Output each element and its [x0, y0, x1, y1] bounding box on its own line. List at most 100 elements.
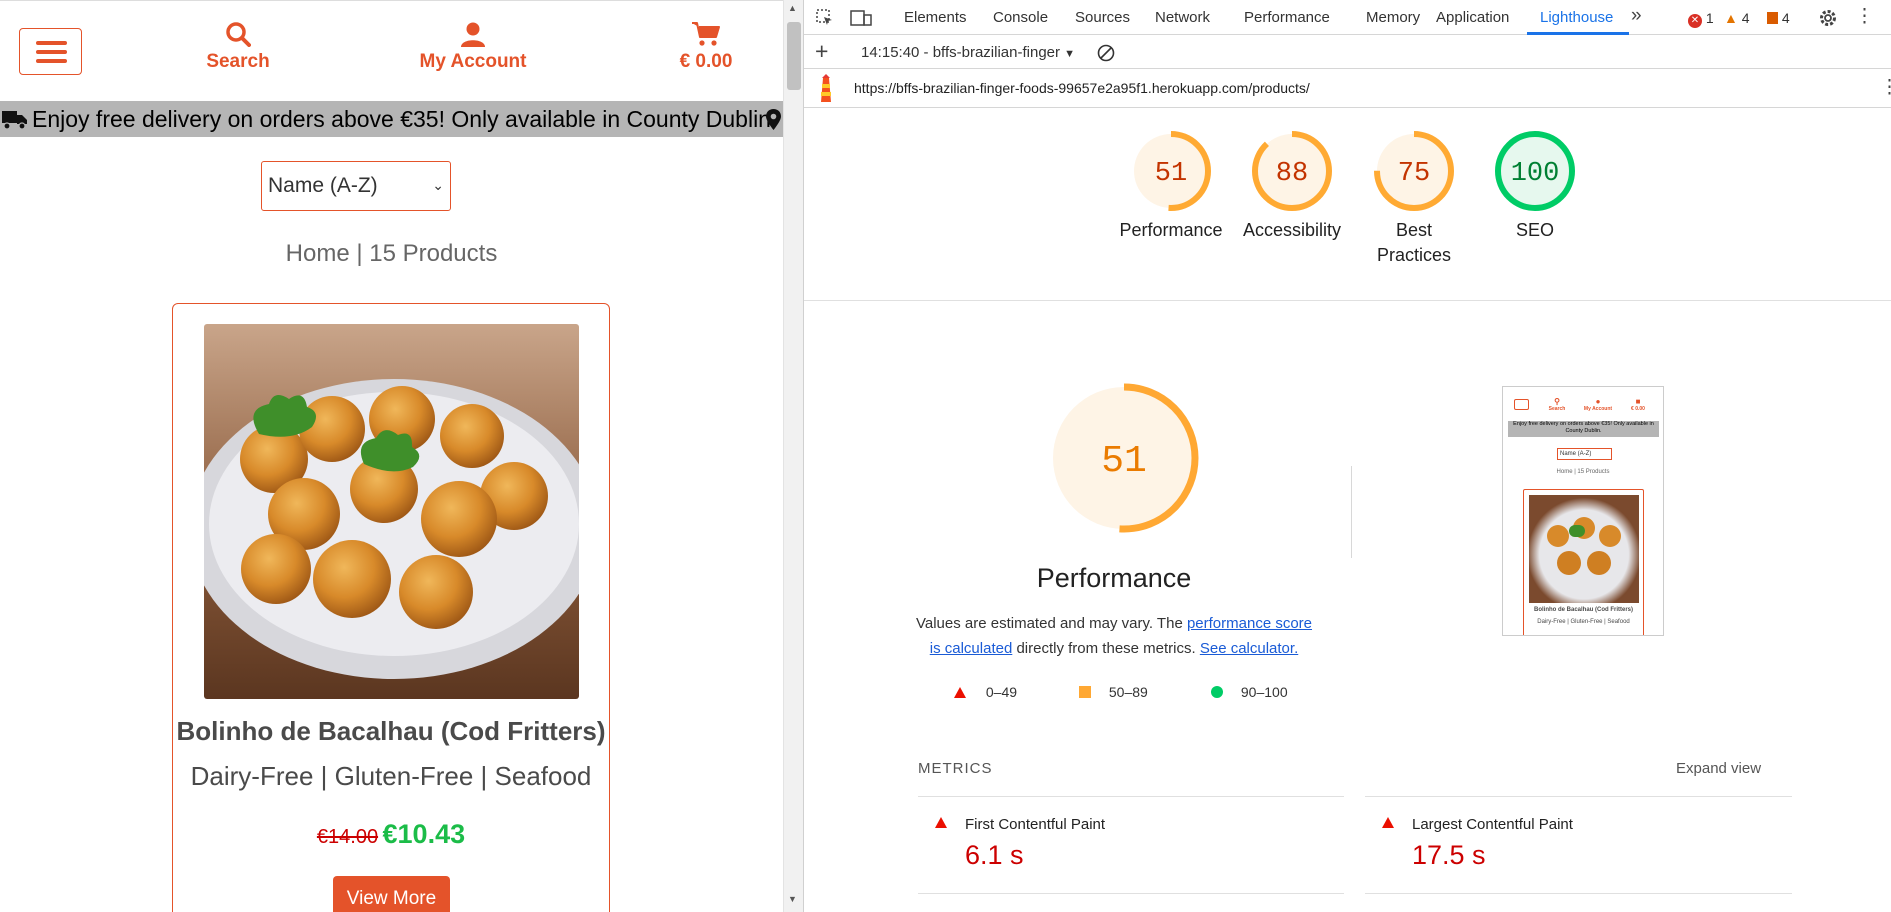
product-image[interactable] — [204, 324, 579, 699]
legend-fail-label: 0–49 — [985, 684, 1018, 700]
menu-toggle-button[interactable] — [19, 28, 82, 75]
issue-count-value: 4 — [1781, 10, 1790, 26]
tab-lighthouse[interactable]: Lighthouse — [1540, 9, 1613, 26]
nav-account[interactable]: My Account — [403, 21, 543, 73]
nav-account-label: My Account — [419, 51, 527, 72]
vertical-divider — [1351, 466, 1352, 558]
performance-heading: Performance — [1036, 563, 1192, 593]
thumb-product-card: Bolinho de Bacalhau (Cod Fritters) Dairy… — [1523, 489, 1644, 635]
thumb-menu-icon — [1514, 399, 1529, 410]
score-label: SEO — [1515, 220, 1554, 240]
user-icon — [461, 22, 485, 47]
performance-description: Values are estimated and may vary. The p… — [914, 611, 1314, 661]
nav-search[interactable]: Search — [168, 21, 308, 73]
report-select-value: 14:15:40 - bffs-brazilian-finger — [861, 44, 1060, 61]
view-more-button[interactable]: View More — [333, 876, 450, 912]
legend-average-label: 50–89 — [1108, 684, 1148, 700]
sort-select[interactable]: Name (A-Z) ⌄ — [261, 161, 451, 211]
legend-pass: 90–100 — [1211, 684, 1288, 700]
pass-circle-icon — [1211, 686, 1223, 698]
final-screenshot-thumbnail[interactable]: ⚲ Search ● My Account ■ € 0.00 Enjoy free d… — [1502, 386, 1664, 636]
nav-search-label: Search — [206, 51, 270, 72]
description-prefix: Values are estimated and may vary. The — [915, 615, 1187, 632]
tab-application[interactable]: Application — [1436, 9, 1509, 26]
performance-main-score: 51 — [1101, 440, 1147, 483]
score-value: 88 — [1276, 159, 1308, 189]
gauge-seo[interactable]: 100 SEO — [1475, 130, 1595, 243]
thumb-nav-search: ⚲ Search — [1548, 397, 1566, 412]
product-tags: Dairy-Free | Gluten-Free | Seafood — [190, 761, 592, 791]
warning-count[interactable]: ▲ 4 — [1724, 10, 1750, 26]
cart-icon — [692, 22, 720, 46]
expand-view-toggle[interactable]: Expand view — [1676, 760, 1761, 777]
inspect-element-icon[interactable] — [816, 9, 834, 27]
warning-icon: ▲ — [1724, 10, 1738, 26]
error-count[interactable]: ✕ 1 — [1688, 10, 1714, 28]
active-tab-indicator — [1527, 32, 1629, 35]
score-label: Best Practices — [1376, 220, 1452, 265]
report-select[interactable]: 14:15:40 - bffs-brazilian-finger ▼ — [861, 44, 1075, 61]
metrics-heading: METRICS — [918, 760, 993, 777]
lighthouse-toolbar: + 14:15:40 - bffs-brazilian-finger ▼ — [804, 36, 1891, 69]
product-price: €14.00 €10.43 — [173, 819, 609, 850]
thumb-product-image — [1529, 495, 1639, 603]
fail-triangle-icon — [954, 687, 966, 698]
metric-divider — [918, 796, 1344, 797]
new-report-plus-icon[interactable]: + — [815, 38, 828, 65]
scrollbar-thumb[interactable] — [787, 22, 801, 90]
gear-icon[interactable] — [1818, 8, 1838, 28]
thumb-product-tags: Dairy-Free | Gluten-Free | Seafood — [1537, 619, 1630, 625]
thumb-nav-account: ● My Account — [1583, 397, 1613, 412]
metric-value: 17.5 s — [1412, 840, 1486, 870]
thumb-banner: Enjoy free delivery on orders above €35!… — [1508, 421, 1659, 437]
search-icon — [226, 22, 251, 47]
description-middle: directly from these metrics. — [1012, 640, 1200, 657]
report-menu-icon[interactable]: ⋮ — [1880, 76, 1891, 99]
audited-url[interactable]: https://bffs-brazilian-finger-foods-9965… — [854, 80, 1310, 96]
thumb-nav-search-label: Search — [1548, 406, 1566, 412]
kebab-menu-icon[interactable]: ⋮ — [1855, 5, 1874, 28]
product-card: Bolinho de Bacalhau (Cod Fritters) Dairy… — [172, 303, 610, 912]
gauge-best-practices[interactable]: 75 Best Practices — [1354, 130, 1474, 268]
website-viewport: Search My Account € 0.00 Enjoy free deli… — [0, 0, 783, 912]
thumb-nav-cart-label: € 0.00 — [1631, 406, 1645, 412]
truck-icon — [2, 111, 27, 130]
lighthouse-logo-icon — [821, 74, 831, 102]
tab-sources[interactable]: Sources — [1075, 9, 1130, 26]
thumb-nav-account-label: My Account — [1583, 406, 1613, 412]
sale-price: €10.43 — [382, 819, 466, 849]
scroll-down-arrow-icon[interactable]: ▼ — [788, 894, 797, 904]
tab-network[interactable]: Network — [1155, 9, 1210, 26]
old-price: €14.00 — [316, 826, 379, 848]
thumb-product-name: Bolinho de Bacalhau (Cod Fritters) — [1533, 607, 1633, 613]
score-label: Performance — [1119, 220, 1223, 240]
legend-pass-label: 90–100 — [1240, 684, 1288, 700]
score-ring: 75 — [1374, 131, 1454, 211]
nav-cart[interactable]: € 0.00 — [636, 21, 776, 73]
delivery-banner: Enjoy free delivery on orders above €35!… — [0, 101, 783, 137]
more-tabs-icon[interactable]: » — [1631, 5, 1642, 27]
tab-elements[interactable]: Elements — [904, 9, 967, 26]
metric-value: 6.1 s — [965, 840, 1024, 870]
product-name[interactable]: Bolinho de Bacalhau (Cod Fritters) — [173, 716, 609, 747]
tab-performance[interactable]: Performance — [1244, 9, 1330, 26]
issue-count[interactable]: 4 — [1767, 10, 1790, 26]
tab-memory[interactable]: Memory — [1366, 9, 1420, 26]
legend-average: 50–89 — [1079, 684, 1148, 700]
metric-divider — [1365, 893, 1792, 894]
tab-console[interactable]: Console — [993, 9, 1048, 26]
nav-cart-total: € 0.00 — [679, 51, 733, 72]
gauge-performance[interactable]: 51 Performance — [1111, 130, 1231, 243]
devtools-panel: Elements Console Sources Network Perform… — [803, 0, 1891, 912]
metric-name: First Contentful Paint — [965, 816, 1106, 833]
page-scrollbar[interactable]: ▲ ▼ — [783, 0, 803, 912]
scroll-up-arrow-icon[interactable]: ▲ — [788, 3, 797, 13]
score-value: 51 — [1155, 159, 1187, 189]
see-calculator-link[interactable]: See calculator. — [1200, 640, 1298, 657]
caret-down-icon: ▼ — [1064, 48, 1076, 60]
clear-reports-icon[interactable] — [1097, 44, 1115, 62]
gauge-accessibility[interactable]: 88 Accessibility — [1232, 130, 1352, 243]
warning-count-value: 4 — [1741, 10, 1750, 26]
issue-flag-icon — [1767, 12, 1778, 24]
device-toolbar-icon[interactable] — [850, 9, 872, 27]
